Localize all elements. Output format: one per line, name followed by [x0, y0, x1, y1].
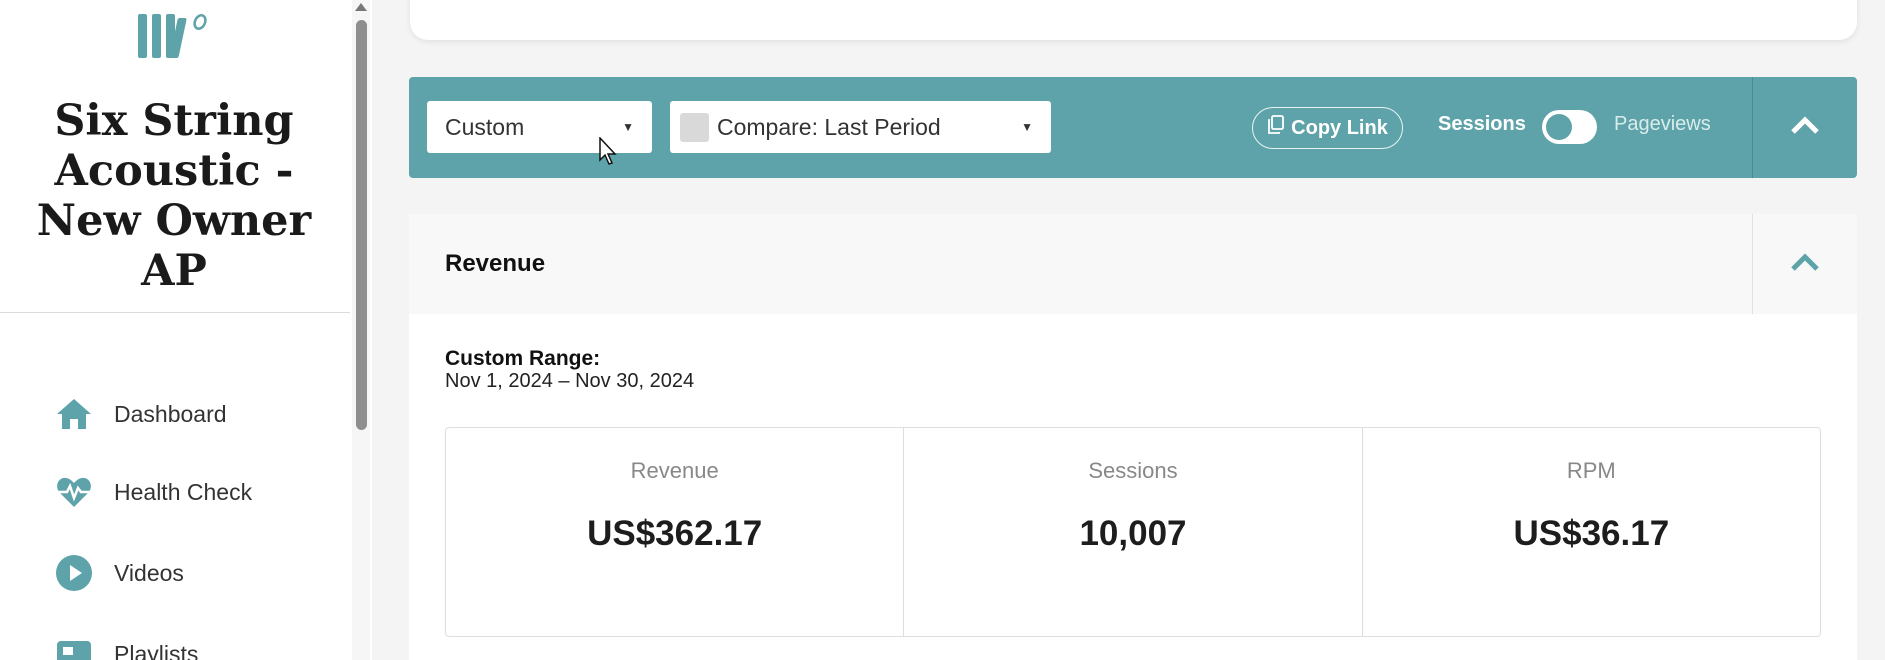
compare-select[interactable]: Compare: Last Period ▼: [670, 101, 1051, 153]
sidebar-divider: [0, 312, 350, 313]
toggle-left-label: Sessions: [1438, 113, 1526, 135]
sidebar-item-label: Health Check: [114, 478, 253, 505]
compare-value: Compare: Last Period: [717, 113, 941, 140]
caret-down-icon: ▼: [622, 120, 634, 134]
stat-revenue: Revenue US$362.17: [446, 428, 905, 636]
stat-value: US$362.17: [587, 514, 763, 553]
date-range-value: Custom: [445, 113, 525, 140]
range-value: Nov 1, 2024 – Nov 30, 2024: [445, 370, 695, 392]
scroll-up-arrow-icon[interactable]: [354, 0, 368, 12]
filter-toolbar: Custom ▼ Compare: Last Period ▼ Copy Lin…: [409, 77, 1857, 178]
sidebar-item-videos[interactable]: Videos: [54, 551, 184, 595]
revenue-card-header: Revenue: [409, 214, 1857, 314]
stat-label: Revenue: [630, 458, 719, 483]
sidebar-item-playlists[interactable]: Playlists: [54, 632, 198, 660]
play-circle-icon: [54, 553, 94, 593]
compare-color-swatch: [680, 112, 709, 142]
playlist-icon: [54, 634, 94, 660]
sessions-pageviews-toggle[interactable]: [1542, 110, 1597, 144]
stat-label: Sessions: [1088, 458, 1178, 483]
stat-label: RPM: [1566, 458, 1616, 483]
stat-sessions: Sessions 10,007: [904, 428, 1363, 636]
toggle-knob: [1546, 114, 1572, 140]
revenue-card: Revenue Custom Range: Nov 1, 2024 – Nov …: [409, 214, 1857, 660]
toolbar-collapse-button[interactable]: [1753, 77, 1857, 178]
stat-rpm: RPM US$36.17: [1363, 428, 1820, 636]
chevron-up-icon: [1790, 115, 1820, 140]
heartbeat-icon: [54, 472, 94, 512]
sidebar-item-dashboard[interactable]: Dashboard: [54, 392, 227, 436]
site-name: Six String Acoustic - New Owner AP: [36, 96, 312, 296]
top-card: [410, 0, 1857, 40]
revenue-title: Revenue: [445, 250, 546, 277]
copy-link-button[interactable]: Copy Link: [1252, 107, 1403, 149]
mouse-cursor-icon: [599, 136, 619, 167]
sidebar-scrollbar-thumb[interactable]: [356, 20, 367, 430]
home-icon: [54, 394, 94, 434]
caret-down-icon: ▼: [1021, 120, 1033, 134]
copy-link-label: Copy Link: [1291, 116, 1388, 139]
range-label: Custom Range:: [445, 347, 601, 370]
sidebar-item-label: Videos: [114, 559, 184, 586]
sidebar: Six String Acoustic - New Owner AP Dashb…: [0, 0, 372, 660]
sidebar-item-label: Playlists: [114, 640, 199, 660]
copy-icon: [1267, 115, 1285, 141]
stat-value: US$36.17: [1513, 514, 1670, 553]
stat-value: 10,007: [1079, 514, 1187, 553]
brand-logo[interactable]: [132, 8, 212, 64]
toggle-right-label: Pageviews: [1614, 113, 1711, 135]
sidebar-item-health-check[interactable]: Health Check: [54, 470, 252, 514]
revenue-collapse-button[interactable]: [1753, 214, 1857, 314]
chevron-up-icon: [1790, 252, 1820, 277]
stats-panel: Revenue US$362.17 Sessions 10,007 RPM US…: [445, 427, 1821, 637]
sidebar-item-label: Dashboard: [114, 400, 227, 427]
